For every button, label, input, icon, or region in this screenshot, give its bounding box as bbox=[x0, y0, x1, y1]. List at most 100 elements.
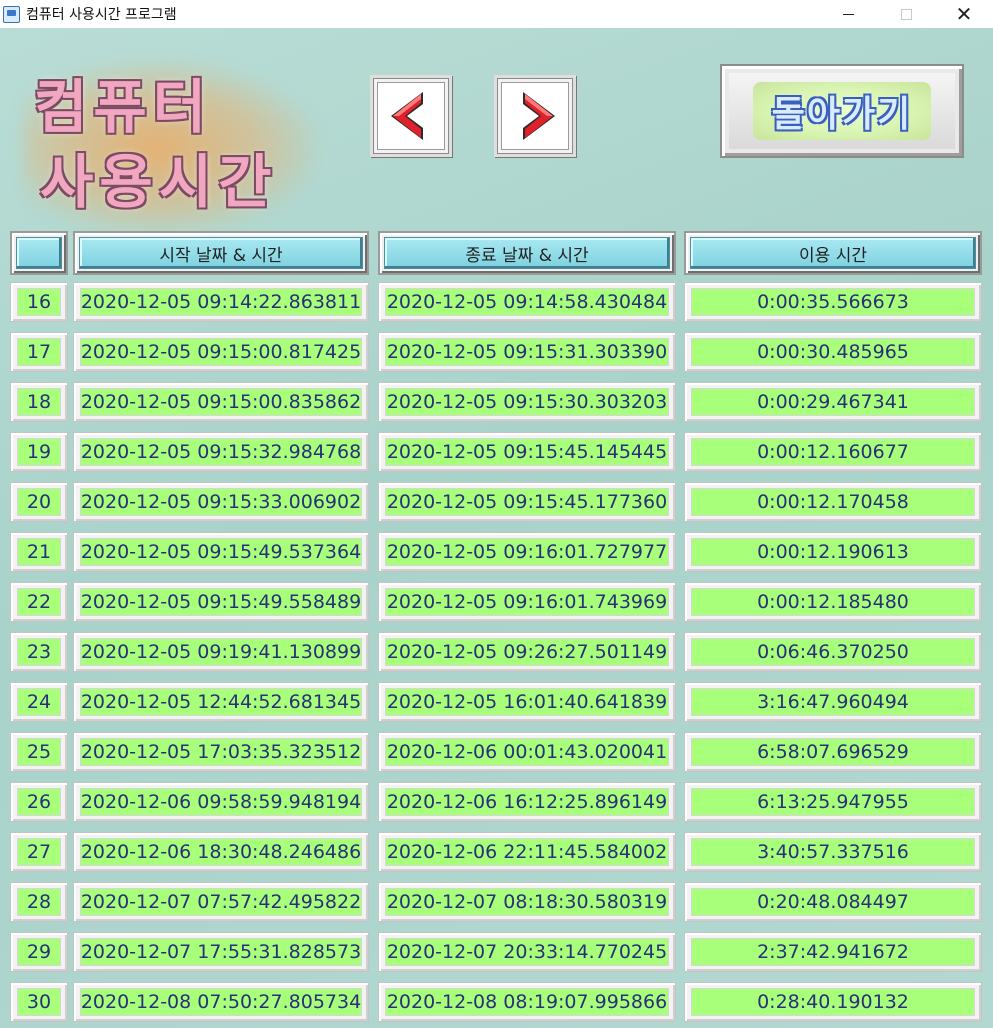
start-time-value: 2020-12-05 09:15:00.835862 bbox=[80, 388, 362, 416]
start-time-value: 2020-12-05 09:15:32.984768 bbox=[80, 438, 362, 466]
row-index-value: 29 bbox=[17, 938, 61, 966]
duration-value: 3:40:57.337516 bbox=[691, 838, 975, 866]
duration-cell: 0:00:35.566673 bbox=[684, 282, 982, 322]
duration-cell: 0:00:30.485965 bbox=[684, 332, 982, 372]
row-index-value: 30 bbox=[17, 988, 61, 1016]
end-time-cell: 2020-12-05 09:15:45.177360 bbox=[378, 482, 676, 522]
end-time-value: 2020-12-07 08:18:30.580319 bbox=[385, 888, 669, 916]
row-index-value: 16 bbox=[17, 288, 61, 316]
duration-value: 0:00:12.170458 bbox=[691, 488, 975, 516]
start-time-value: 2020-12-05 09:15:33.006902 bbox=[80, 488, 362, 516]
duration-value: 6:13:25.947955 bbox=[691, 788, 975, 816]
start-time-value: 2020-12-05 09:14:22.863811 bbox=[80, 288, 362, 316]
header-start-time-label: 시작 날짜 & 시간 bbox=[79, 237, 363, 269]
minimize-icon bbox=[842, 13, 854, 15]
row-index-value: 27 bbox=[17, 838, 61, 866]
duration-value: 0:00:12.160677 bbox=[691, 438, 975, 466]
minimize-button[interactable] bbox=[819, 0, 877, 28]
next-page-button[interactable] bbox=[494, 75, 576, 157]
header-duration-label: 이용 시간 bbox=[690, 237, 976, 269]
header-start-time[interactable]: 시작 날짜 & 시간 bbox=[73, 231, 369, 275]
duration-cell: 0:00:29.467341 bbox=[684, 382, 982, 422]
window-controls: ✕ bbox=[819, 0, 993, 28]
start-time-value: 2020-12-07 07:57:42.495822 bbox=[80, 888, 362, 916]
logo-line-2: 사용시간 bbox=[40, 148, 278, 216]
start-time-value: 2020-12-05 09:19:41.130899 bbox=[80, 638, 362, 666]
header-index[interactable] bbox=[10, 231, 68, 275]
end-time-cell: 2020-12-05 16:01:40.641839 bbox=[378, 682, 676, 722]
end-time-value: 2020-12-05 16:01:40.641839 bbox=[385, 688, 669, 716]
end-time-value: 2020-12-05 09:26:27.501149 bbox=[385, 638, 669, 666]
end-time-cell: 2020-12-06 00:01:43.020041 bbox=[378, 732, 676, 772]
end-time-cell: 2020-12-06 22:11:45.584002 bbox=[378, 832, 676, 872]
end-time-cell: 2020-12-05 09:14:58.430484 bbox=[378, 282, 676, 322]
end-time-cell: 2020-12-05 09:26:27.501149 bbox=[378, 632, 676, 672]
start-time-value: 2020-12-05 09:15:49.537364 bbox=[80, 538, 362, 566]
start-time-cell: 2020-12-08 07:50:27.805734 bbox=[73, 982, 369, 1022]
back-button[interactable]: 돌아가기 bbox=[720, 64, 964, 158]
duration-value: 3:16:47.960494 bbox=[691, 688, 975, 716]
next-page-face bbox=[501, 82, 569, 150]
duration-cell: 0:00:12.185480 bbox=[684, 582, 982, 622]
row-index-cell: 30 bbox=[10, 982, 68, 1022]
end-time-value: 2020-12-08 08:19:07.995866 bbox=[385, 988, 669, 1016]
close-icon: ✕ bbox=[955, 2, 973, 26]
start-time-cell: 2020-12-06 18:30:48.246486 bbox=[73, 832, 369, 872]
back-button-face: 돌아가기 bbox=[753, 82, 931, 140]
start-time-cell: 2020-12-05 09:15:32.984768 bbox=[73, 432, 369, 472]
row-index-value: 23 bbox=[17, 638, 61, 666]
end-time-cell: 2020-12-05 09:15:30.303203 bbox=[378, 382, 676, 422]
end-time-value: 2020-12-05 09:16:01.727977 bbox=[385, 538, 669, 566]
end-time-value: 2020-12-05 09:15:30.303203 bbox=[385, 388, 669, 416]
start-time-value: 2020-12-07 17:55:31.828573 bbox=[80, 938, 362, 966]
row-index-value: 26 bbox=[17, 788, 61, 816]
header-end-time-label: 종료 날짜 & 시간 bbox=[384, 237, 670, 269]
start-time-cell: 2020-12-05 09:15:49.558489 bbox=[73, 582, 369, 622]
end-time-cell: 2020-12-05 09:16:01.727977 bbox=[378, 532, 676, 572]
maximize-button[interactable] bbox=[877, 0, 935, 28]
start-time-cell: 2020-12-05 09:15:49.537364 bbox=[73, 532, 369, 572]
left-arrow-icon bbox=[391, 92, 423, 140]
end-time-value: 2020-12-06 16:12:25.896149 bbox=[385, 788, 669, 816]
end-time-value: 2020-12-05 09:14:58.430484 bbox=[385, 288, 669, 316]
row-index-cell: 20 bbox=[10, 482, 68, 522]
end-time-cell: 2020-12-08 08:19:07.995866 bbox=[378, 982, 676, 1022]
end-time-value: 2020-12-07 20:33:14.770245 bbox=[385, 938, 669, 966]
start-time-cell: 2020-12-05 09:19:41.130899 bbox=[73, 632, 369, 672]
app-icon bbox=[3, 5, 20, 23]
start-time-cell: 2020-12-05 09:15:00.835862 bbox=[73, 382, 369, 422]
header-duration[interactable]: 이용 시간 bbox=[684, 231, 982, 275]
start-time-cell: 2020-12-06 09:58:59.948194 bbox=[73, 782, 369, 822]
start-time-value: 2020-12-08 07:50:27.805734 bbox=[80, 988, 362, 1016]
header-index-label bbox=[16, 237, 62, 269]
duration-cell: 3:16:47.960494 bbox=[684, 682, 982, 722]
row-index-value: 17 bbox=[17, 338, 61, 366]
start-time-value: 2020-12-05 12:44:52.681345 bbox=[80, 688, 362, 716]
row-index-value: 19 bbox=[17, 438, 61, 466]
prev-page-button[interactable] bbox=[370, 75, 452, 157]
start-time-value: 2020-12-06 09:58:59.948194 bbox=[80, 788, 362, 816]
start-time-cell: 2020-12-05 12:44:52.681345 bbox=[73, 682, 369, 722]
logo-line-1: 컴퓨터 bbox=[34, 73, 213, 141]
right-arrow-icon bbox=[523, 92, 555, 140]
duration-value: 2:37:42.941672 bbox=[691, 938, 975, 966]
end-time-cell: 2020-12-07 08:18:30.580319 bbox=[378, 882, 676, 922]
header-end-time[interactable]: 종료 날짜 & 시간 bbox=[378, 231, 676, 275]
row-index-value: 25 bbox=[17, 738, 61, 766]
end-time-value: 2020-12-06 22:11:45.584002 bbox=[385, 838, 669, 866]
row-index-cell: 16 bbox=[10, 282, 68, 322]
duration-cell: 6:58:07.696529 bbox=[684, 732, 982, 772]
row-index-value: 20 bbox=[17, 488, 61, 516]
duration-value: 0:06:46.370250 bbox=[691, 638, 975, 666]
start-time-value: 2020-12-05 17:03:35.323512 bbox=[80, 738, 362, 766]
end-time-value: 2020-12-06 00:01:43.020041 bbox=[385, 738, 669, 766]
duration-value: 0:28:40.190132 bbox=[691, 988, 975, 1016]
end-time-value: 2020-12-05 09:15:45.177360 bbox=[385, 488, 669, 516]
duration-value: 0:00:12.185480 bbox=[691, 588, 975, 616]
row-index-cell: 24 bbox=[10, 682, 68, 722]
row-index-value: 21 bbox=[17, 538, 61, 566]
row-index-cell: 25 bbox=[10, 732, 68, 772]
close-button[interactable]: ✕ bbox=[935, 0, 993, 28]
app-logo: 컴퓨터 사용시간 bbox=[22, 58, 322, 238]
end-time-cell: 2020-12-05 09:15:31.303390 bbox=[378, 332, 676, 372]
